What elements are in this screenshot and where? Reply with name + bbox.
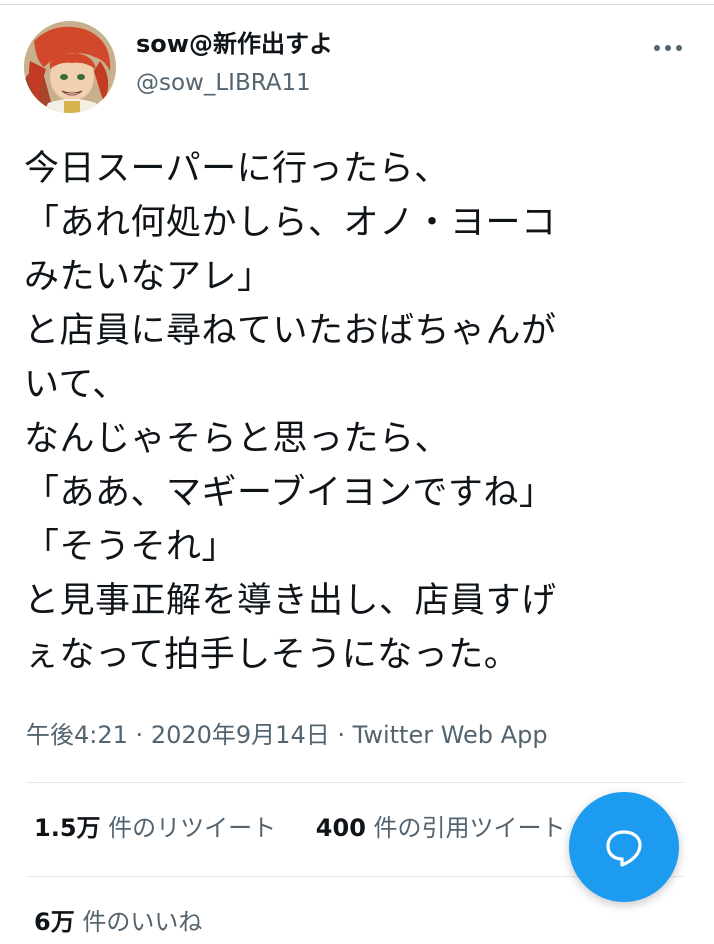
likes-label: 件のいいね [82, 908, 203, 936]
tweet-line: 「そうそれ」 [24, 527, 238, 567]
tweet-source[interactable]: Twitter Web App [353, 721, 548, 749]
meta-separator: · [337, 721, 345, 749]
stats-row: 1.5万 件のリツイート 400 件の引用ツイート [34, 808, 566, 848]
compose-reply-icon [606, 830, 642, 867]
retweets-label: 件のリツイート [108, 814, 277, 842]
tweet-line: と見事正解を導き出し、店員すげ [24, 581, 557, 621]
author-display-name[interactable]: sow@新作出すよ [136, 28, 333, 60]
retweets-count: 1.5万 [34, 814, 101, 842]
avatar-image [24, 21, 116, 113]
more-options-button[interactable] [648, 30, 688, 66]
tweet-line: 「あれ何処かしら、オノ・ヨーコ [24, 203, 557, 243]
top-border [0, 4, 714, 5]
likes-stat[interactable]: 6万 件のいいね [34, 902, 202, 942]
likes-count: 6万 [34, 908, 75, 936]
tweet-line: みたいなアレ」 [24, 257, 273, 297]
divider [26, 782, 684, 783]
avatar[interactable] [24, 21, 116, 113]
tweet-line: ぇなって拍手しそうになった。 [24, 635, 520, 675]
quotes-count: 400 [315, 814, 366, 842]
tweet-line: と店員に尋ねていたおばちゃんが [24, 311, 557, 351]
tweet-text: 今日スーパーに行ったら、 「あれ何処かしら、オノ・ヨーコ みたいなアレ」 と店員… [24, 142, 704, 682]
tweet-date[interactable]: 2020年9月14日 [151, 721, 330, 749]
tweet-line: なんじゃそらと思ったら、 [24, 419, 451, 459]
tweet-line: 今日スーパーに行ったら、 [24, 149, 450, 189]
author-handle[interactable]: @sow_LIBRA11 [136, 68, 311, 98]
tweet-meta: 午後4:21 · 2020年9月14日 · Twitter Web App [26, 718, 548, 752]
compose-reply-button[interactable] [569, 792, 679, 902]
quotes-label: 件の引用ツイート [373, 814, 566, 842]
meta-separator: · [135, 721, 144, 749]
tweet-time[interactable]: 午後4:21 [26, 721, 128, 749]
tweet-line: 「ああ、マギーブイヨンですね」 [24, 473, 555, 513]
more-dots-icon [654, 45, 682, 51]
quotes-stat[interactable]: 400 件の引用ツイート [316, 814, 566, 842]
retweets-stat[interactable]: 1.5万 件のリツイート [34, 814, 276, 842]
tweet-line: いて、 [24, 365, 128, 405]
